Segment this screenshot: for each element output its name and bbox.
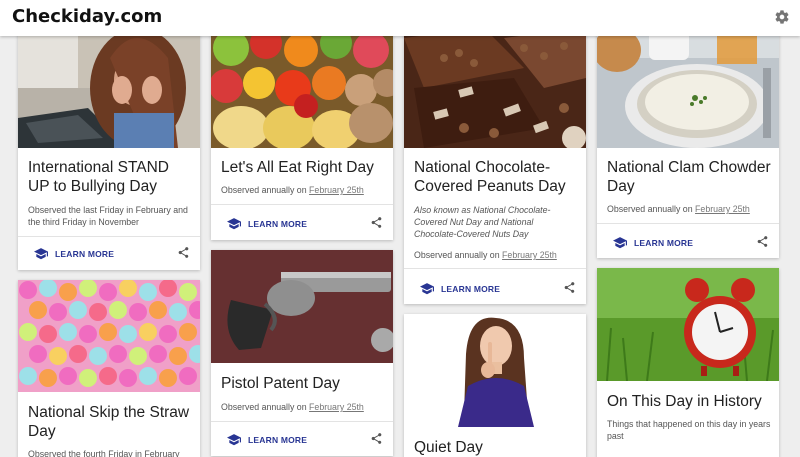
learn-more-button[interactable]: LEARN MORE — [34, 248, 114, 260]
card-description: Observed the fourth Friday in February — [28, 449, 180, 457]
site-title[interactable]: Checkiday.com — [12, 6, 162, 27]
card-image-pistol[interactable] — [211, 250, 393, 363]
divider — [18, 236, 200, 237]
card-image-alarm-clock[interactable] — [597, 268, 779, 381]
divider — [597, 223, 779, 224]
date-link[interactable]: February 25th — [695, 204, 750, 214]
observed-date: Observed annually on February 25th — [221, 402, 364, 412]
card-image-quiet[interactable] — [404, 314, 586, 427]
date-link[interactable]: February 25th — [502, 250, 557, 260]
learn-more-button[interactable]: LEARN MORE — [613, 237, 693, 249]
card-description: Things that happened on this day in year… — [607, 419, 771, 441]
share-icon[interactable] — [756, 235, 769, 248]
top-bar: Checkiday.com — [0, 0, 800, 36]
divider — [211, 204, 393, 205]
card-clam-chowder-day: National Clam Chowder Day Observed annua… — [597, 28, 779, 258]
card-bullying-day: International STAND UP to Bullying Day O… — [18, 28, 200, 270]
card-eat-right-day: Let's All Eat Right Day Observed annuall… — [211, 28, 393, 240]
also-known-as: Also known as National Chocolate-Covered… — [414, 205, 551, 239]
card-title[interactable]: International STAND UP to Bullying Day — [28, 158, 192, 196]
card-title[interactable]: Let's All Eat Right Day — [221, 158, 385, 177]
card-image-chocolates[interactable] — [404, 28, 586, 148]
date-link[interactable]: February 25th — [309, 185, 364, 195]
gear-icon[interactable] — [774, 9, 790, 25]
divider — [404, 268, 586, 269]
card-title[interactable]: Quiet Day — [414, 438, 578, 457]
card-title[interactable]: On This Day in History — [607, 392, 771, 411]
share-icon[interactable] — [370, 432, 383, 445]
card-image-bullying[interactable] — [18, 28, 200, 148]
date-link[interactable]: February 25th — [309, 402, 364, 412]
card-pistol-patent-day: Pistol Patent Day Observed annually on F… — [211, 250, 393, 456]
observed-date: Observed annually on February 25th — [221, 185, 364, 195]
card-title[interactable]: Pistol Patent Day — [221, 374, 385, 393]
card-image-straws[interactable] — [18, 280, 200, 392]
share-icon[interactable] — [177, 246, 190, 259]
graduation-cap-icon — [420, 283, 434, 295]
learn-more-button[interactable]: LEARN MORE — [227, 434, 307, 446]
observed-date: Observed annually on February 25th — [414, 250, 557, 260]
graduation-cap-icon — [227, 218, 241, 230]
observed-date: Observed annually on February 25th — [607, 204, 750, 214]
card-quiet-day: Quiet Day — [404, 314, 586, 457]
share-icon[interactable] — [563, 281, 576, 294]
graduation-cap-icon — [34, 248, 48, 260]
card-on-this-day: On This Day in History Things that happe… — [597, 268, 779, 457]
card-title[interactable]: National Clam Chowder Day — [607, 158, 771, 196]
card-image-vegetables[interactable] — [211, 28, 393, 148]
card-chocolate-peanuts-day: National Chocolate-Covered Peanuts Day A… — [404, 28, 586, 304]
divider — [211, 421, 393, 422]
learn-more-button[interactable]: LEARN MORE — [420, 283, 500, 295]
card-title[interactable]: National Skip the Straw Day — [28, 403, 192, 441]
card-skip-straw-day: National Skip the Straw Day Observed the… — [18, 280, 200, 457]
learn-more-button[interactable]: LEARN MORE — [227, 218, 307, 230]
graduation-cap-icon — [227, 434, 241, 446]
card-description: Observed the last Friday in February and… — [28, 205, 188, 227]
card-title[interactable]: National Chocolate-Covered Peanuts Day — [414, 158, 578, 196]
graduation-cap-icon — [613, 237, 627, 249]
share-icon[interactable] — [370, 216, 383, 229]
card-image-clam-chowder[interactable] — [597, 28, 779, 148]
